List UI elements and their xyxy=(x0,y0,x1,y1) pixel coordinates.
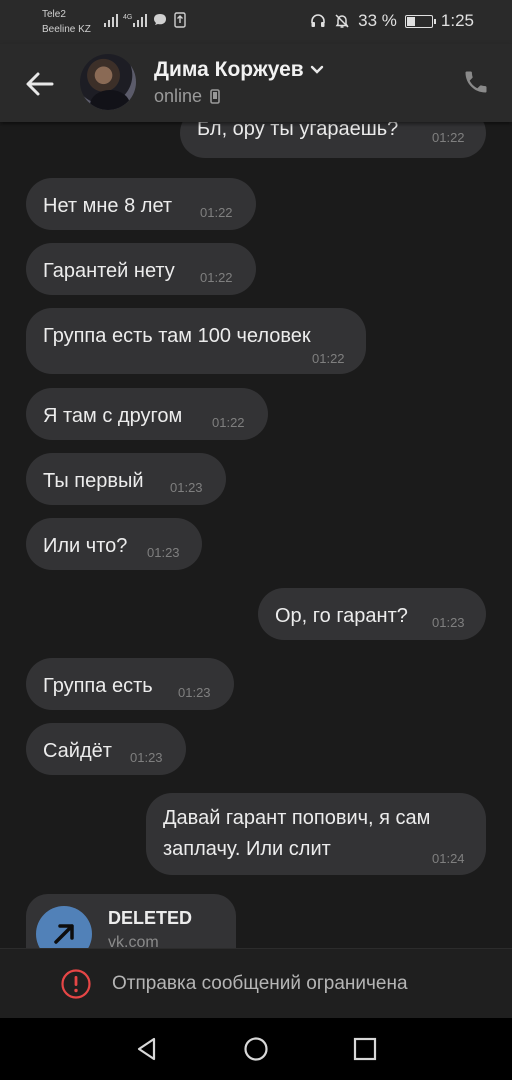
warning-circle-icon xyxy=(61,969,91,999)
restriction-bar: Отправка сообщений ограничена xyxy=(0,948,512,1018)
message-text: Гарантей нету xyxy=(43,260,175,282)
message-outgoing[interactable]: Давай гарант попович, я сам заплачу. Или… xyxy=(146,793,486,875)
message-outgoing[interactable]: Бл, ору ты угараешь? 01:22 xyxy=(180,122,486,158)
signal-icon: 4G xyxy=(104,14,147,27)
message-outgoing[interactable]: Ор, го гарант? 01:23 xyxy=(258,588,486,640)
battery-icon xyxy=(404,14,436,28)
message-time: 01:22 xyxy=(200,270,233,285)
phone-call-icon[interactable] xyxy=(462,68,490,96)
chat-header: Дима Коржуев online xyxy=(0,44,512,122)
message-time: 01:23 xyxy=(170,480,203,495)
system-navigation-bar xyxy=(0,1018,512,1080)
link-title: DELETED xyxy=(108,908,193,928)
status-bar: Tele2 Beeline KZ 4G 33 % 1:25 xyxy=(0,0,512,44)
message-list[interactable]: Бл, ору ты угараешь? 01:22 Нет мне 8 лет… xyxy=(0,122,512,948)
battery-level xyxy=(406,16,415,26)
nav-home-icon[interactable] xyxy=(243,1036,269,1062)
contact-name-button[interactable]: Дима Коржуев xyxy=(154,58,324,82)
message-time: 01:23 xyxy=(130,750,163,765)
message-time: 01:23 xyxy=(178,685,211,700)
message-time: 01:22 xyxy=(312,351,345,366)
message-time: 01:22 xyxy=(200,205,233,220)
network-type-label: 4G xyxy=(123,14,132,21)
carrier-2: Beeline KZ xyxy=(42,24,91,35)
message-time: 01:22 xyxy=(212,415,245,430)
message-text: Группа есть xyxy=(43,675,153,697)
back-arrow-icon[interactable] xyxy=(22,66,58,102)
message-text: Нет мне 8 лет xyxy=(43,195,173,217)
mute-bell-icon xyxy=(335,14,349,28)
link-domain: vk.com xyxy=(108,934,159,948)
chevron-down-icon xyxy=(310,65,323,74)
message-text-line-1: Давай гарант попович, я сам xyxy=(163,807,431,829)
online-status: online xyxy=(154,86,203,106)
status-right: 33 % 1:25 xyxy=(310,11,474,31)
message-text: Бл, ору ты угараешь? xyxy=(197,122,399,140)
message-text: Ор, го гарант? xyxy=(275,605,408,627)
message-text: Сайдёт xyxy=(43,740,112,762)
message-text-line-2: заплачу. Или слит xyxy=(163,838,331,860)
message-time: 01:23 xyxy=(147,545,180,560)
chat-notification-icon xyxy=(154,14,166,25)
carrier-info: Tele2 Beeline KZ xyxy=(42,7,91,37)
nav-back-icon[interactable] xyxy=(134,1036,160,1062)
battery-percent: 33 % xyxy=(358,11,397,30)
carrier-1: Tele2 xyxy=(42,9,66,20)
message-text: Группа есть там 100 человек xyxy=(43,325,311,347)
message-time: 01:24 xyxy=(432,851,465,866)
avatar[interactable] xyxy=(80,54,136,110)
headset-icon xyxy=(311,14,325,27)
mobile-device-icon xyxy=(210,89,220,104)
message-incoming[interactable]: Группа есть там 100 человек 01:22 xyxy=(26,308,366,374)
message-incoming[interactable]: Ты первый 01:23 xyxy=(26,453,226,505)
upload-notification-icon xyxy=(174,12,186,28)
message-text: Ты первый xyxy=(43,470,144,492)
message-incoming[interactable]: Сайдёт 01:23 xyxy=(26,723,186,775)
message-time: 01:22 xyxy=(432,130,465,145)
message-incoming[interactable]: Я там с другом 01:22 xyxy=(26,388,268,440)
contact-status: online xyxy=(154,86,220,107)
message-time: 01:23 xyxy=(432,615,465,630)
restriction-text: Отправка сообщений ограничена xyxy=(112,973,408,994)
external-link-arrow-icon xyxy=(54,924,74,944)
message-text: Или что? xyxy=(43,535,128,557)
clock: 1:25 xyxy=(440,11,474,30)
nav-recents-icon[interactable] xyxy=(352,1036,378,1062)
message-text: Я там с другом xyxy=(43,405,183,427)
link-attachment[interactable]: DELETED vk.com xyxy=(26,894,236,948)
message-incoming[interactable]: Или что? 01:23 xyxy=(26,518,202,570)
link-icon-circle xyxy=(36,906,92,948)
message-incoming[interactable]: Группа есть 01:23 xyxy=(26,658,234,710)
contact-name: Дима Коржуев xyxy=(154,58,304,81)
message-incoming[interactable]: Нет мне 8 лет 01:22 xyxy=(26,178,256,230)
message-incoming[interactable]: Гарантей нету 01:22 xyxy=(26,243,256,295)
